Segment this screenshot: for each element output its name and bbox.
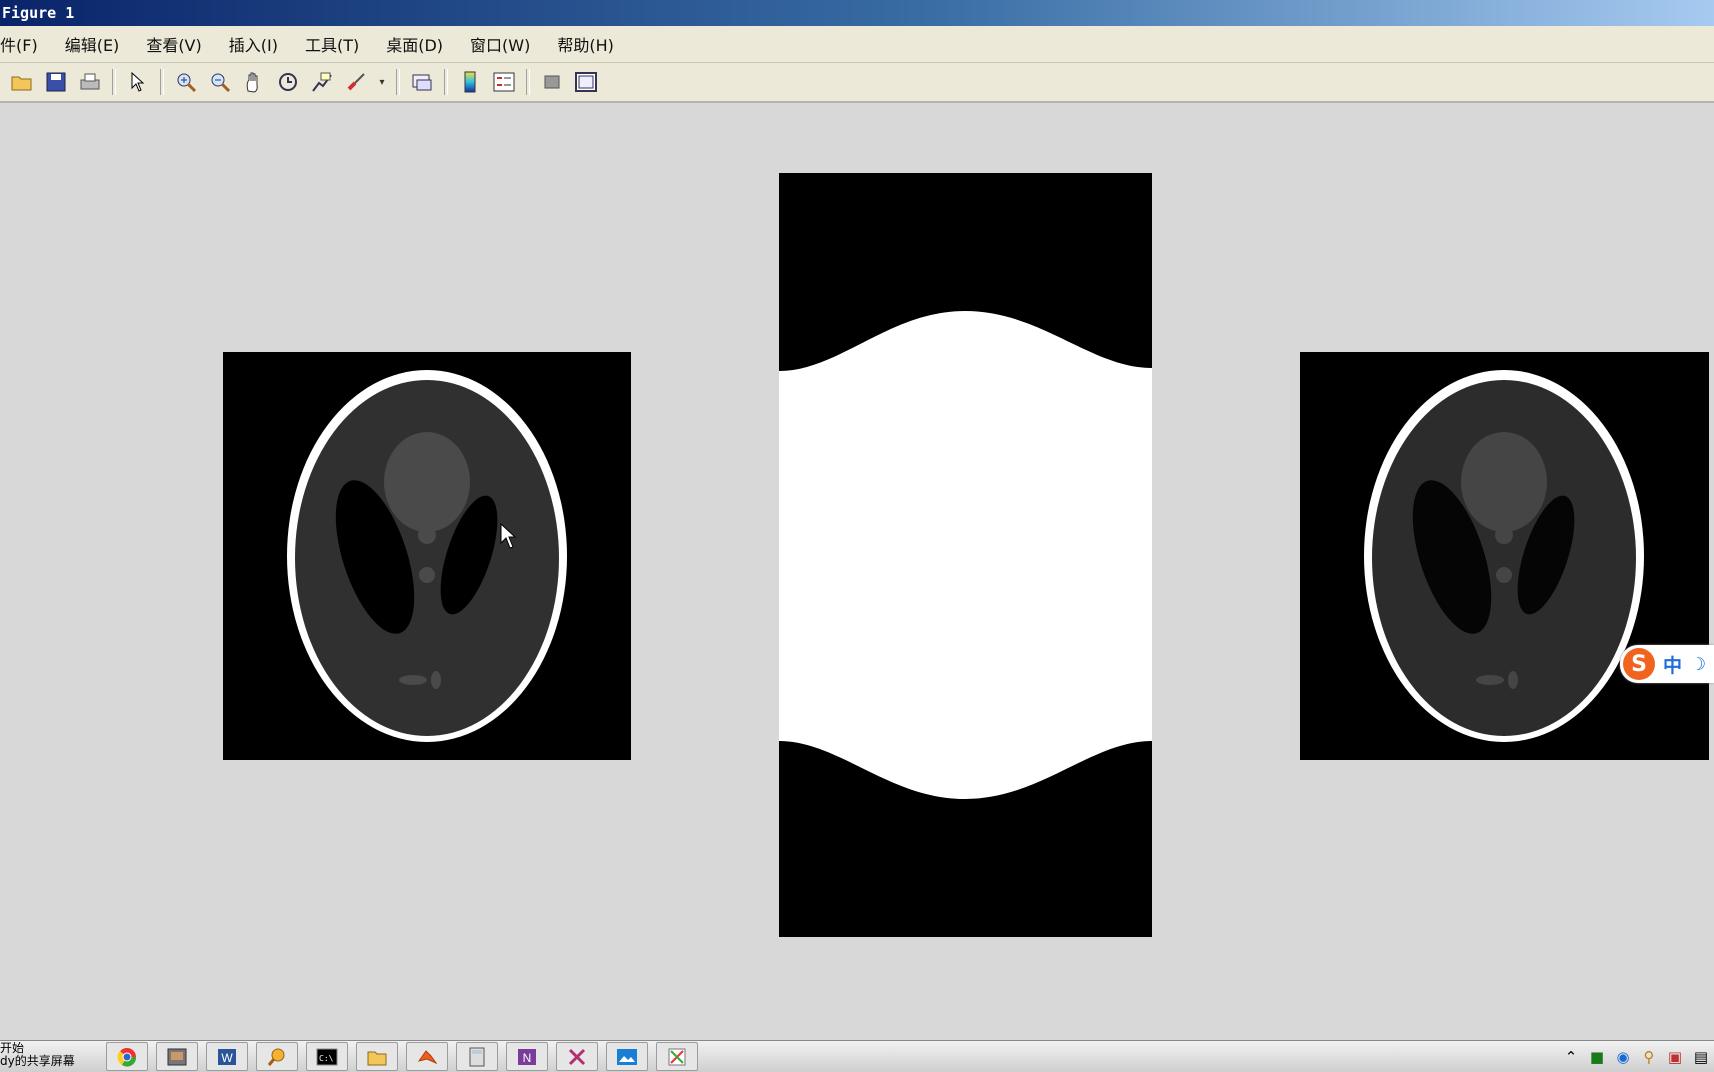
toolbar-separator — [160, 69, 164, 95]
show-tools-icon[interactable] — [572, 68, 600, 96]
phantom-image-right — [1300, 352, 1709, 760]
paint-icon[interactable] — [656, 1042, 698, 1071]
figure-canvas[interactable] — [0, 103, 1714, 1038]
hide-tools-icon[interactable] — [538, 68, 566, 96]
tray-app-icon[interactable]: ■ — [1584, 1048, 1610, 1066]
share-screen-label: dy的共享屏幕 — [0, 1054, 75, 1068]
toolbar-separator — [526, 69, 530, 95]
tray-powerpoint-icon[interactable]: ▣ — [1662, 1048, 1688, 1066]
menu-file[interactable]: 件(F) — [0, 32, 38, 56]
ime-mode-label[interactable]: 中 — [1663, 651, 1682, 678]
middle-graphic — [779, 311, 1152, 799]
tray-search-icon[interactable]: ⚲ — [1636, 1048, 1662, 1066]
tray-clipboard-icon[interactable]: ▤ — [1688, 1048, 1714, 1066]
toolbar-separator — [112, 69, 116, 95]
link-icon[interactable] — [408, 68, 436, 96]
figure-toolbar: ▾ — [0, 63, 1714, 103]
menu-tools[interactable]: 工具(T) — [305, 32, 359, 56]
folder-icon[interactable] — [356, 1042, 398, 1071]
tray-expand-icon[interactable]: ⌃ — [1558, 1048, 1584, 1066]
system-tray: ⌃ ■ ◉ ⚲ ▣ ▤ — [1558, 1041, 1714, 1072]
pan-icon[interactable] — [240, 68, 268, 96]
ime-status-bar[interactable]: S 中 ☽ — [1620, 645, 1714, 683]
arrow-icon[interactable] — [124, 68, 152, 96]
menu-help[interactable]: 帮助(H) — [557, 32, 614, 56]
presentation-icon[interactable] — [156, 1042, 198, 1071]
svg-text:C:\: C:\ — [319, 1054, 334, 1063]
middle-image — [779, 173, 1152, 937]
zoom-in-icon[interactable] — [172, 68, 200, 96]
chevron-down-icon[interactable]: ▾ — [376, 68, 388, 96]
mouse-cursor-icon — [500, 523, 517, 549]
legend-icon[interactable] — [490, 68, 518, 96]
matlab-icon[interactable] — [406, 1042, 448, 1071]
rotate-icon[interactable] — [274, 68, 302, 96]
calculator-icon[interactable] — [456, 1042, 498, 1071]
word-icon[interactable]: W — [206, 1042, 248, 1071]
menu-view[interactable]: 查看(V) — [146, 32, 201, 56]
data-cursor-icon[interactable] — [308, 68, 336, 96]
svg-text:N: N — [523, 1051, 532, 1065]
print-icon[interactable] — [76, 68, 104, 96]
toolbar-separator — [444, 69, 448, 95]
phantom-right-graphic — [1364, 370, 1644, 742]
window-title-bar[interactable]: Figure 1 — [0, 0, 1714, 26]
phantom-left-graphic — [287, 370, 567, 742]
start-button[interactable]: 开始 dy的共享屏幕 — [0, 1042, 96, 1071]
open-icon[interactable] — [8, 68, 36, 96]
menu-insert[interactable]: 插入(I) — [229, 32, 278, 56]
window-title: Figure 1 — [2, 4, 75, 22]
sogou-logo-icon: S — [1623, 648, 1655, 680]
toolbar-separator — [396, 69, 400, 95]
cmd-icon[interactable]: C:\ — [306, 1042, 348, 1071]
zoom-out-icon[interactable] — [206, 68, 234, 96]
save-icon[interactable] — [42, 68, 70, 96]
brush-icon[interactable] — [342, 68, 370, 96]
search-tool-icon[interactable] — [256, 1042, 298, 1071]
moon-icon[interactable]: ☽ — [1690, 654, 1706, 675]
tray-network-icon[interactable]: ◉ — [1610, 1048, 1636, 1066]
onenote-icon[interactable]: N — [506, 1042, 548, 1071]
menu-edit[interactable]: 编辑(E) — [65, 32, 120, 56]
taskbar: 开始 dy的共享屏幕 W C:\ N ⌃ ■ ◉ ⚲ ▣ ▤ — [0, 1040, 1714, 1072]
phantom-image-left — [223, 352, 631, 760]
svg-text:W: W — [221, 1051, 233, 1065]
photos-icon[interactable] — [606, 1042, 648, 1071]
colorbar-icon[interactable] — [456, 68, 484, 96]
menu-window[interactable]: 窗口(W) — [470, 32, 530, 56]
chrome-icon[interactable] — [106, 1042, 148, 1071]
menu-bar: 件(F) 编辑(E) 查看(V) 插入(I) 工具(T) 桌面(D) 窗口(W)… — [0, 26, 1714, 63]
xmind-icon[interactable] — [556, 1042, 598, 1071]
menu-desktop[interactable]: 桌面(D) — [386, 32, 443, 56]
